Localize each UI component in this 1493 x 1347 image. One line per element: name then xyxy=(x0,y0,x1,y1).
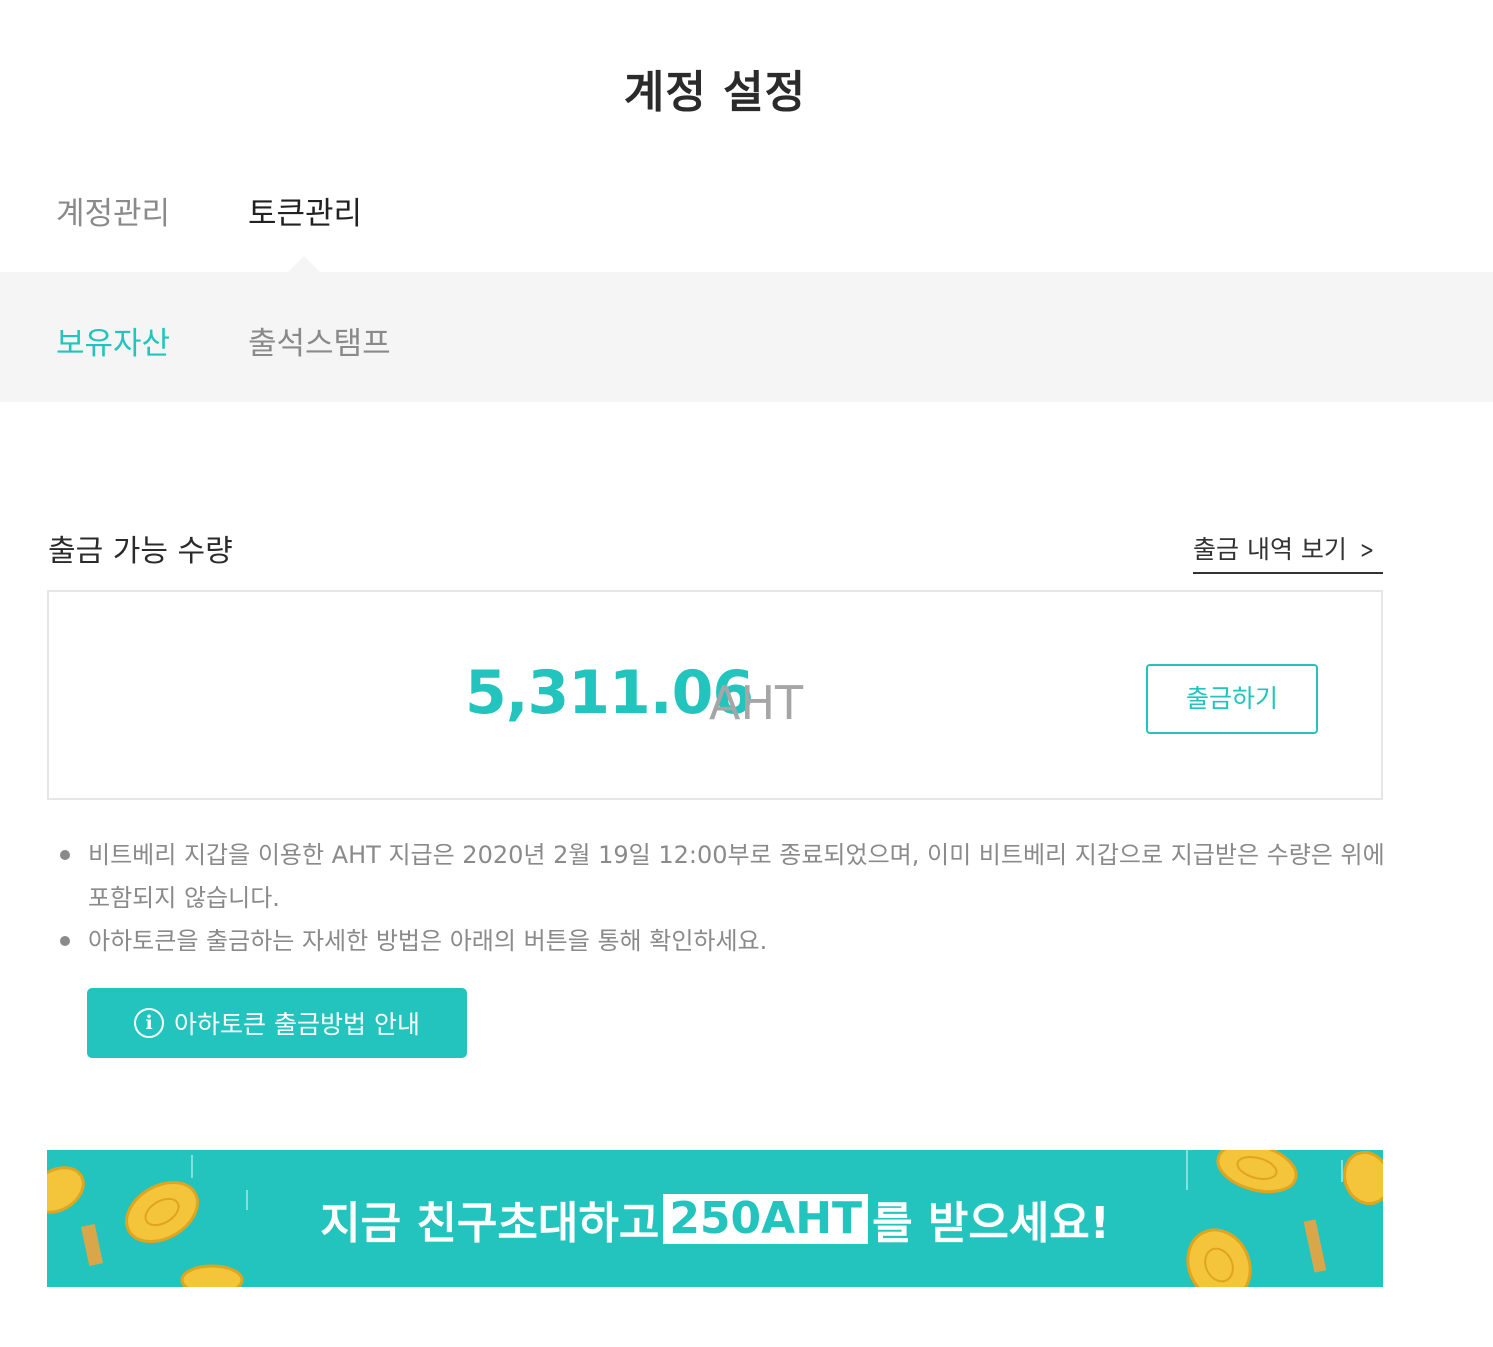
chevron-right-icon: > xyxy=(1359,536,1374,564)
list-item: 아하토큰을 출금하는 자세한 방법은 아래의 버튼을 통해 확인하세요. xyxy=(60,920,1390,963)
active-tab-indicator xyxy=(287,256,321,273)
list-item: 비트베리 지갑을 이용한 AHT 지급은 2020년 2월 19일 12:00부… xyxy=(60,834,1390,920)
withdraw-guide-button[interactable]: i 아하토큰 출금방법 안내 xyxy=(87,988,467,1058)
info-icon: i xyxy=(134,1008,165,1038)
balance-card: 5,311.06 AHT 출금하기 xyxy=(47,590,1383,800)
withdraw-history-link[interactable]: 출금 내역 보기 > xyxy=(1193,530,1383,574)
banner-text: 지금 친구초대하고 250AHT 를 받으세요! xyxy=(47,1150,1383,1287)
banner-text-before: 지금 친구초대하고 xyxy=(320,1197,660,1249)
withdraw-history-label: 출금 내역 보기 xyxy=(1193,535,1347,564)
sub-tab-bar xyxy=(0,272,1493,402)
withdraw-guide-label: 아하토큰 출금방법 안내 xyxy=(174,1010,420,1039)
notice-list: 비트베리 지갑을 이용한 AHT 지급은 2020년 2월 19일 12:00부… xyxy=(60,834,1390,963)
withdraw-button[interactable]: 출금하기 xyxy=(1146,664,1318,734)
banner-highlight: 250AHT xyxy=(663,1193,869,1244)
bullet-icon xyxy=(60,850,70,860)
notice-text: 비트베리 지갑을 이용한 AHT 지급은 2020년 2월 19일 12:00부… xyxy=(88,841,1385,912)
tab-account-management[interactable]: 계정관리 xyxy=(56,188,170,233)
banner-text-after: 를 받으세요! xyxy=(872,1197,1110,1249)
subtab-holdings[interactable]: 보유자산 xyxy=(56,318,170,363)
withdrawable-title: 출금 가능 수량 xyxy=(48,534,233,569)
balance-unit: AHT xyxy=(709,676,804,730)
invite-friends-banner[interactable]: 지금 친구초대하고 250AHT 를 받으세요! xyxy=(47,1150,1383,1287)
subtab-attendance-stamp[interactable]: 출석스탬프 xyxy=(248,318,391,363)
tab-token-management[interactable]: 토큰관리 xyxy=(248,188,362,233)
notice-text: 아하토큰을 출금하는 자세한 방법은 아래의 버튼을 통해 확인하세요. xyxy=(88,927,768,955)
page-title: 계정 설정 xyxy=(623,67,807,118)
bullet-icon xyxy=(60,936,70,946)
